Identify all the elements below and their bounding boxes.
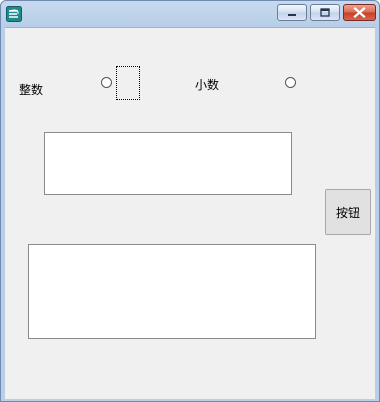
title-bar[interactable] — [1, 1, 379, 27]
client-area: 整数 小数 按钮 — [5, 27, 375, 399]
top-textbox[interactable] — [44, 132, 292, 195]
maximize-icon — [320, 8, 330, 17]
app-window: 整数 小数 按钮 — [0, 0, 380, 402]
maximize-button[interactable] — [310, 4, 340, 21]
bottom-textbox[interactable] — [28, 244, 316, 339]
close-button[interactable] — [343, 4, 376, 21]
close-icon — [353, 6, 366, 19]
integer-label: 整数 — [19, 83, 44, 97]
decimal-label: 小数 — [195, 78, 220, 92]
minimize-icon — [288, 14, 296, 16]
focus-rectangle — [116, 66, 140, 100]
integer-radio[interactable] — [101, 77, 112, 88]
minimize-button[interactable] — [277, 4, 307, 21]
app-icon — [6, 6, 22, 22]
decimal-radio[interactable] — [285, 77, 296, 88]
action-button[interactable]: 按钮 — [325, 189, 371, 235]
